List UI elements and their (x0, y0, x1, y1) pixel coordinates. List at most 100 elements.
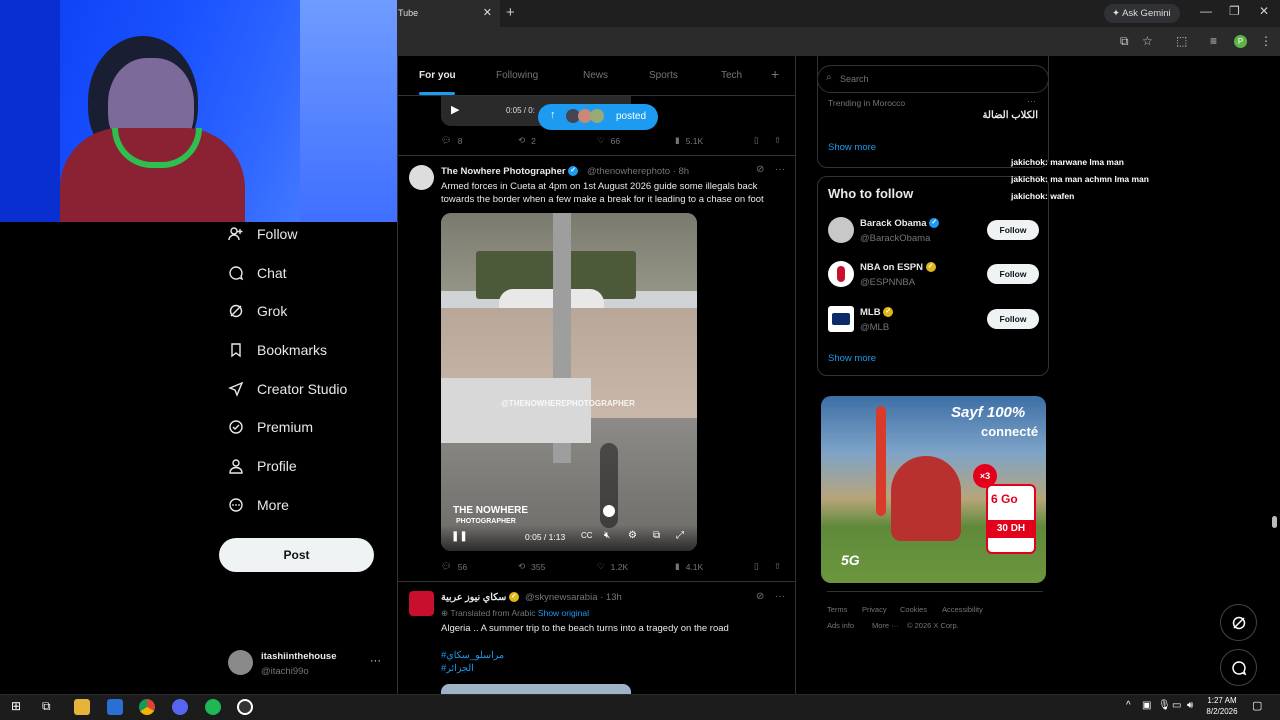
mute-icon[interactable]: 🔇︎ (604, 530, 610, 541)
show-more-link[interactable]: Show more (828, 353, 876, 364)
sidebar-item-premium[interactable]: Premium (228, 416, 313, 438)
more-options-icon[interactable]: ··· (775, 591, 785, 602)
avatar[interactable] (828, 261, 854, 287)
extensions-icon[interactable]: ⬚ (1176, 34, 1187, 48)
views-button[interactable]: ▮ 5.1K (675, 135, 703, 146)
grok-button[interactable] (1220, 604, 1257, 641)
like-button[interactable]: ♡ 66 (597, 135, 620, 146)
hashtag-link[interactable]: #الجزائر (441, 662, 474, 675)
discord-icon[interactable] (172, 699, 188, 715)
star-icon[interactable]: ☆ (1142, 34, 1153, 48)
tab-news[interactable]: News (583, 70, 608, 81)
browser-profile-avatar[interactable]: P (1234, 35, 1247, 48)
minimize-icon[interactable]: — (1200, 4, 1212, 18)
account-name[interactable]: itashiinthehouse (261, 651, 336, 662)
scrollbar-thumb[interactable] (1272, 516, 1277, 528)
browser-tab[interactable]: Tube ✕ (390, 0, 500, 27)
taskbar-clock[interactable]: 1:27 AM 8/2/2026 (1200, 695, 1244, 717)
tab-following[interactable]: Following (496, 70, 538, 81)
bookmark-button[interactable]: ▯ (754, 561, 759, 572)
ask-gemini-button[interactable]: ✦ Ask Gemini (1104, 4, 1180, 23)
bookmark-button[interactable]: ▯ (754, 135, 759, 146)
post-button[interactable]: Post (219, 538, 374, 572)
suggestion-name[interactable]: MLB ✓ (860, 307, 894, 318)
network-icon[interactable]: ▭ (1172, 700, 1181, 711)
tweet-video[interactable]: @THENOWHEREPHOTOGRAPHER THE NOWHERE PHOT… (441, 213, 697, 551)
volume-slider[interactable] (600, 443, 618, 528)
fullscreen-icon[interactable]: ⤢ (676, 530, 684, 541)
repost-button[interactable]: ⟲ 2 (518, 135, 536, 146)
account-menu-icon[interactable]: ··· (370, 655, 381, 667)
sidebar-item-creator-studio[interactable]: Creator Studio (228, 378, 347, 400)
repost-button[interactable]: ⟲ 355 (518, 561, 545, 572)
tweet-author-name[interactable]: سكاي نيوز عربية ✓ (441, 592, 519, 603)
more-options-icon[interactable]: ··· (775, 164, 785, 175)
suggestion-name[interactable]: NBA on ESPN ✓ (860, 262, 936, 273)
grok-icon[interactable]: ⊘ (756, 164, 764, 175)
footer-link[interactable]: Privacy (862, 605, 887, 614)
store-icon[interactable] (107, 699, 123, 715)
footer-link[interactable]: More ··· (872, 621, 899, 630)
volume-slider-handle[interactable] (603, 505, 615, 517)
suggestion-name[interactable]: Barack Obama ✓ (860, 218, 940, 229)
chrome-icon[interactable] (139, 699, 155, 715)
sidebar-item-follow[interactable]: Follow (228, 223, 297, 245)
tab-tech[interactable]: Tech (721, 70, 742, 81)
share-button[interactable]: ⇧ (774, 561, 781, 572)
sidebar-item-more[interactable]: More (228, 494, 289, 516)
reply-button[interactable]: 💬︎ 56 (441, 561, 467, 572)
like-button[interactable]: ♡ 1.2K (597, 561, 628, 572)
windows-start-icon[interactable]: ⊞ (11, 699, 21, 713)
grok-icon[interactable]: ⊘ (756, 591, 764, 602)
captions-icon[interactable]: CC (581, 531, 593, 540)
notifications-icon[interactable]: ▢ (1252, 699, 1262, 712)
avatar[interactable] (828, 217, 854, 243)
tweet-image[interactable] (441, 684, 631, 694)
obs-icon[interactable] (237, 699, 253, 715)
ad-banner[interactable]: Sayf 100% connecté ×3 6 Go 30 DH 5G (821, 396, 1046, 583)
volume-icon[interactable]: 🔊︎ (1187, 700, 1193, 711)
settings-icon[interactable]: ⚙ (628, 530, 637, 541)
microphone-icon[interactable]: 🎙︎ (1158, 700, 1171, 711)
sidebar-item-chat[interactable]: Chat (228, 262, 287, 284)
pip-icon[interactable]: ⧉ (653, 530, 660, 541)
close-window-icon[interactable]: ✕ (1259, 4, 1269, 18)
file-explorer-icon[interactable] (74, 699, 90, 715)
follow-button[interactable]: Follow (987, 264, 1039, 284)
reply-button[interactable]: 💬︎ 8 (441, 135, 463, 146)
more-options-icon[interactable]: ··· (1027, 96, 1036, 106)
avatar[interactable] (228, 650, 253, 675)
add-tab-icon[interactable]: + (771, 66, 779, 82)
browser-menu-icon[interactable]: ⋮ (1260, 34, 1272, 48)
cast-icon[interactable]: ⧉ (1120, 34, 1129, 49)
follow-button[interactable]: Follow (987, 220, 1039, 240)
tweet-author-handle[interactable]: @thenowherephoto · 8h (587, 166, 689, 177)
share-button[interactable]: ⇧ (774, 135, 781, 146)
sidebar-item-grok[interactable]: Grok (228, 300, 287, 322)
tab-sports[interactable]: Sports (649, 70, 678, 81)
spotify-icon[interactable] (205, 699, 221, 715)
trending-topic[interactable]: الكلاب الضالة (960, 110, 1038, 121)
play-icon[interactable]: ▶ (451, 103, 459, 116)
footer-link[interactable]: Accessibility (942, 605, 983, 614)
views-button[interactable]: ▮ 4.1K (675, 561, 703, 572)
tweet-author-name[interactable]: The Nowhere Photographer ✓ (441, 166, 579, 177)
show-more-link[interactable]: Show more (828, 142, 876, 153)
follow-button[interactable]: Follow (987, 309, 1039, 329)
footer-link[interactable]: Ads info (827, 621, 854, 630)
avatar[interactable] (828, 306, 854, 332)
tweet-author-handle[interactable]: @skynewsarabia · 13h (525, 592, 622, 603)
show-original-link[interactable]: Show original (538, 608, 589, 618)
tab-for-you[interactable]: For you (419, 70, 456, 81)
sidebar-item-profile[interactable]: Profile (228, 455, 297, 477)
pause-icon[interactable]: ❚❚ (451, 531, 468, 542)
messages-button[interactable] (1220, 649, 1257, 686)
tray-chevron-icon[interactable]: ^ (1126, 700, 1131, 711)
maximize-icon[interactable]: ❐ (1229, 4, 1240, 18)
sidebar-item-bookmarks[interactable]: Bookmarks (228, 339, 327, 361)
close-tab-icon[interactable]: ✕ (483, 6, 492, 19)
avatar[interactable] (409, 591, 434, 616)
avatar[interactable] (409, 165, 434, 190)
reading-list-icon[interactable]: ≡ (1210, 34, 1217, 48)
tray-app-icon[interactable]: ▣ (1142, 700, 1151, 711)
